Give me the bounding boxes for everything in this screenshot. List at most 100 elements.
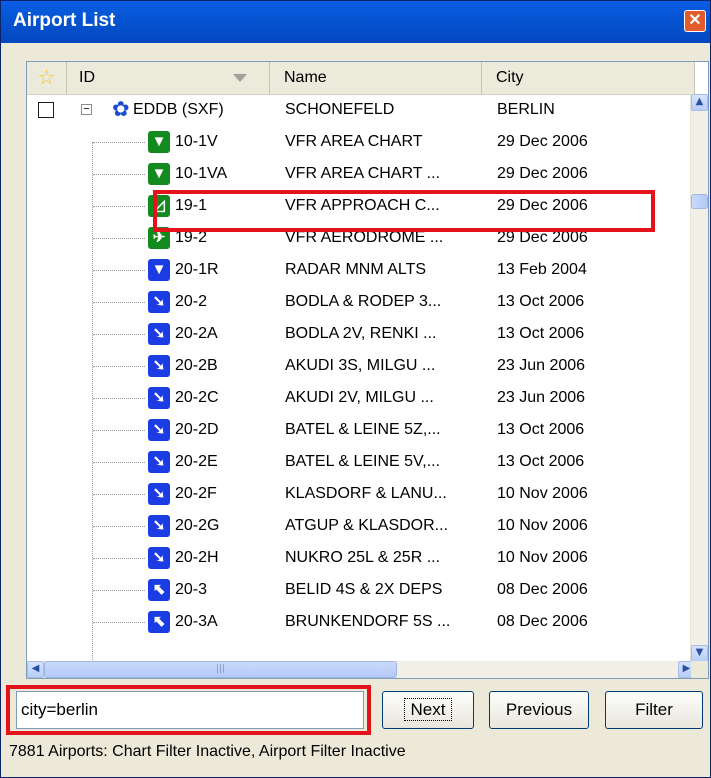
chart-city: 23 Jun 2006 <box>497 389 586 406</box>
tree-branch <box>93 270 145 272</box>
chart-row[interactable]: ▼ 10-1V VFR AREA CHART 29 Dec 2006 <box>27 126 695 158</box>
chart-city: 10 Nov 2006 <box>497 517 588 534</box>
chart-id: 20-3 <box>175 581 208 598</box>
chart-name: RADAR MNM ALTS <box>285 261 427 278</box>
arrival-icon: ➘ <box>148 483 170 505</box>
departure-icon: ⬉ <box>148 611 170 633</box>
tree-branch <box>93 206 145 208</box>
tree-branch <box>93 142 145 144</box>
tree-branch <box>93 398 145 400</box>
search-input[interactable] <box>16 691 364 729</box>
chart-id: 20-2 <box>175 293 208 310</box>
chart-city: 10 Nov 2006 <box>497 485 588 502</box>
tree-branch <box>93 526 145 528</box>
chart-name: AKUDI 3S, MILGU ... <box>285 357 436 374</box>
chart-row[interactable]: ▼ 10-1VA VFR AREA CHART ... 29 Dec 2006 <box>27 158 695 190</box>
airport-list-window: Airport List ✕ ☆ ID Name City − ✿ EDDB (… <box>0 0 711 778</box>
chart-id: 20-2E <box>175 453 218 470</box>
chart-id: 10-1VA <box>175 165 228 182</box>
tree-branch <box>93 334 145 336</box>
arrival-icon: ➘ <box>148 387 170 409</box>
airport-id: EDDB (SXF) <box>133 101 224 118</box>
next-button[interactable]: Next <box>382 691 474 729</box>
chart-row[interactable]: ➘ 20-2 BODLA & RODEP 3... 13 Oct 2006 <box>27 286 695 318</box>
row-checkbox[interactable] <box>38 102 54 118</box>
chart-name: NUKRO 25L & 25R ... <box>285 549 441 566</box>
column-header-name[interactable]: Name <box>270 62 482 94</box>
chart-id: 20-1R <box>175 261 219 278</box>
chart-name: ATGUP & KLASDOR... <box>285 517 449 534</box>
chart-city: 10 Nov 2006 <box>497 549 588 566</box>
scroll-up-icon[interactable]: ▲ <box>691 94 708 111</box>
chart-name: BRUNKENDORF 5S ... <box>285 613 451 630</box>
tree-branch <box>93 494 145 496</box>
airport-name: SCHONEFELD <box>285 101 395 118</box>
horizontal-scroll-thumb[interactable]: ||| <box>44 661 397 678</box>
chart-row[interactable]: ➘ 20-2B AKUDI 3S, MILGU ... 23 Jun 2006 <box>27 350 695 382</box>
chart-row[interactable]: ➘ 20-2F KLASDORF & LANU... 10 Nov 2006 <box>27 478 695 510</box>
title-bar[interactable]: Airport List ✕ <box>1 1 710 43</box>
chart-id: 10-1V <box>175 133 218 150</box>
chart-city: 29 Dec 2006 <box>497 165 588 182</box>
chart-city: 13 Feb 2004 <box>497 261 587 278</box>
tree-branch <box>93 174 145 176</box>
airport-row[interactable]: − ✿ EDDB (SXF) SCHONEFELD BERLIN <box>27 94 695 126</box>
chart-name: BELID 4S & 2X DEPS <box>285 581 443 598</box>
next-button-label: Next <box>403 698 453 721</box>
tree-branch <box>93 430 145 432</box>
radar-icon: ▼ <box>148 259 170 281</box>
collapse-icon[interactable]: − <box>81 104 92 115</box>
chart-row[interactable]: ➘ 20-2G ATGUP & KLASDOR... 10 Nov 2006 <box>27 510 695 542</box>
column-header-id[interactable]: ID <box>67 62 270 94</box>
arrival-icon: ➘ <box>148 419 170 441</box>
chart-name: KLASDORF & LANU... <box>285 485 447 502</box>
close-icon[interactable]: ✕ <box>684 10 706 32</box>
rows-container: − ✿ EDDB (SXF) SCHONEFELD BERLIN ▼ 10-1V V… <box>27 94 695 678</box>
chart-id: 20-2H <box>175 549 219 566</box>
tree-branch <box>93 558 145 560</box>
chart-id: 20-2A <box>175 325 218 342</box>
chart-city: 23 Jun 2006 <box>497 357 586 374</box>
column-header-city[interactable]: City <box>482 62 695 94</box>
chart-id: 20-2F <box>175 485 217 502</box>
chart-name: BODLA 2V, RENKI ... <box>285 325 437 342</box>
chart-city: 13 Oct 2006 <box>497 325 585 342</box>
chart-row[interactable]: ⬉ 20-3A BRUNKENDORF 5S ... 08 Dec 2006 <box>27 606 695 638</box>
chart-city: 29 Dec 2006 <box>497 133 588 150</box>
filter-button[interactable]: Filter <box>605 691 703 729</box>
scroll-down-icon[interactable]: ▼ <box>691 645 708 662</box>
chart-row[interactable]: ➘ 20-2C AKUDI 2V, MILGU ... 23 Jun 2006 <box>27 382 695 414</box>
gear-icon: ✿ <box>112 98 130 121</box>
tower-icon: ▼ <box>148 163 170 185</box>
chart-id: 20-3A <box>175 613 218 630</box>
chart-row[interactable]: ▼ 20-1R RADAR MNM ALTS 13 Feb 2004 <box>27 254 695 286</box>
vertical-scrollbar[interactable]: ▲ ▼ <box>690 94 708 662</box>
chart-row[interactable]: ⬉ 20-3 BELID 4S & 2X DEPS 08 Dec 2006 <box>27 574 695 606</box>
window-title: Airport List <box>13 10 116 31</box>
chart-city: 13 Oct 2006 <box>497 453 585 470</box>
vertical-scroll-thumb[interactable] <box>691 194 708 209</box>
chart-name: AKUDI 2V, MILGU ... <box>285 389 434 406</box>
airport-list-view[interactable]: ☆ ID Name City − ✿ EDDB (SXF) SCHONEFELD… <box>26 61 709 679</box>
chart-row[interactable]: ➘ 20-2E BATEL & LEINE 5V,... 13 Oct 2006 <box>27 446 695 478</box>
arrival-icon: ➘ <box>148 451 170 473</box>
chart-id: 20-2G <box>175 517 220 534</box>
previous-button[interactable]: Previous <box>489 691 589 729</box>
tree-branch <box>93 622 145 624</box>
tree-branch <box>93 302 145 304</box>
chart-row[interactable]: ➘ 20-2A BODLA 2V, RENKI ... 13 Oct 2006 <box>27 318 695 350</box>
favorites-column-star-icon[interactable]: ☆ <box>27 62 67 94</box>
arrival-icon: ➘ <box>148 515 170 537</box>
chart-row[interactable]: ➘ 20-2D BATEL & LEINE 5Z,... 13 Oct 2006 <box>27 414 695 446</box>
chart-city: 13 Oct 2006 <box>497 421 585 438</box>
tree-branch <box>93 238 145 240</box>
chart-row[interactable]: ➘ 20-2H NUKRO 25L & 25R ... 10 Nov 2006 <box>27 542 695 574</box>
tree-branch <box>93 462 145 464</box>
scroll-left-icon[interactable]: ◀ <box>27 661 44 678</box>
chart-name: BODLA & RODEP 3... <box>285 293 442 310</box>
chart-city: 08 Dec 2006 <box>497 613 588 630</box>
sort-down-icon <box>233 74 247 82</box>
scroll-corner <box>691 661 708 678</box>
arrival-icon: ➘ <box>148 291 170 313</box>
horizontal-scrollbar[interactable]: ◀ ||| ▶ <box>27 661 695 678</box>
